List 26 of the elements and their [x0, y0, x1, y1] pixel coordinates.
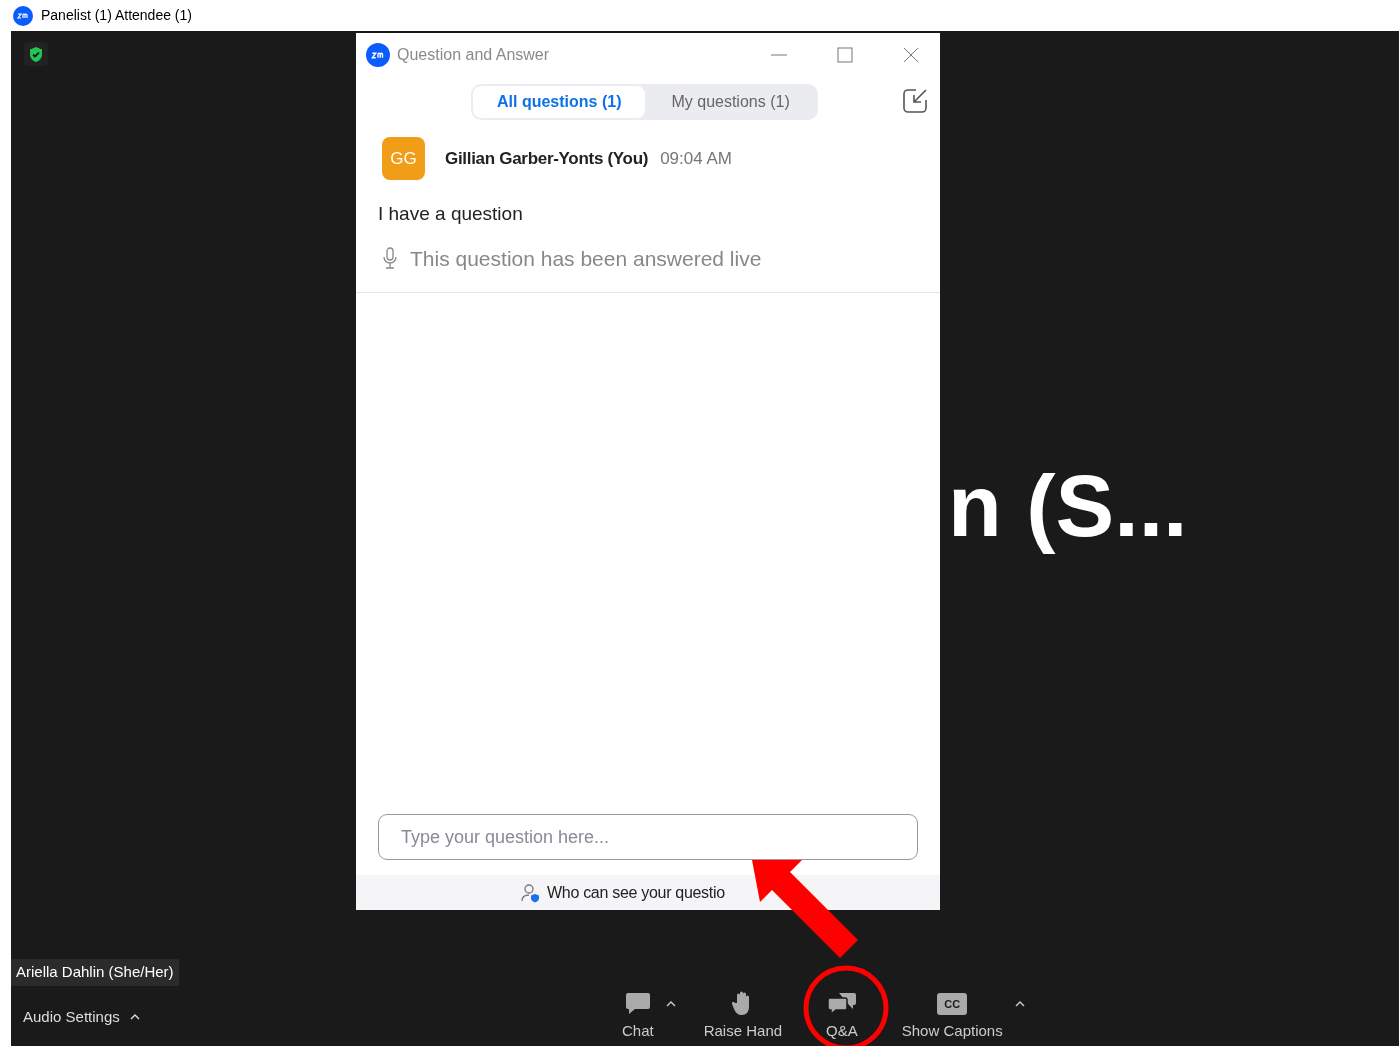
qa-bubbles-icon [826, 991, 857, 1016]
chat-bubble-icon [624, 991, 651, 1016]
toolbar-button[interactable]: Chat [612, 992, 664, 1042]
dialog-title: Question and Answer [397, 45, 550, 65]
zoom-logo-icon [13, 5, 33, 26]
visibility-user-icon [521, 882, 541, 903]
answer-status: This question has been answered live [410, 245, 762, 272]
toolbar-button[interactable]: Raise Hand [693, 992, 793, 1042]
avatar: GG [382, 137, 425, 180]
microphone-icon [382, 247, 398, 270]
question-tab[interactable]: My questions (1) [645, 86, 816, 118]
caret-icon [129, 1014, 140, 1021]
encryption-shield-icon [24, 42, 48, 66]
pop-in-icon[interactable] [902, 88, 928, 114]
window-title: Panelist (1) Attendee (1) [41, 6, 192, 25]
toolbar-button[interactable]: CC Show Captions [891, 992, 1013, 1042]
participant-name-tag: Ariella Dahlin (She/Her) [11, 959, 179, 986]
zoom-logo-icon [366, 43, 390, 67]
question-text: I have a question [378, 202, 524, 226]
close-icon[interactable] [903, 47, 919, 63]
captions-icon: CC [937, 992, 968, 1015]
author-name: Gillian Garber-Yonts (You) [445, 147, 649, 170]
question-input[interactable]: Type your question here... [378, 814, 918, 860]
question-time: 09:04 AM [660, 147, 732, 170]
audio-settings-button[interactable]: Audio Settings [23, 1006, 140, 1029]
question-tab[interactable]: All questions (1) [473, 86, 646, 118]
